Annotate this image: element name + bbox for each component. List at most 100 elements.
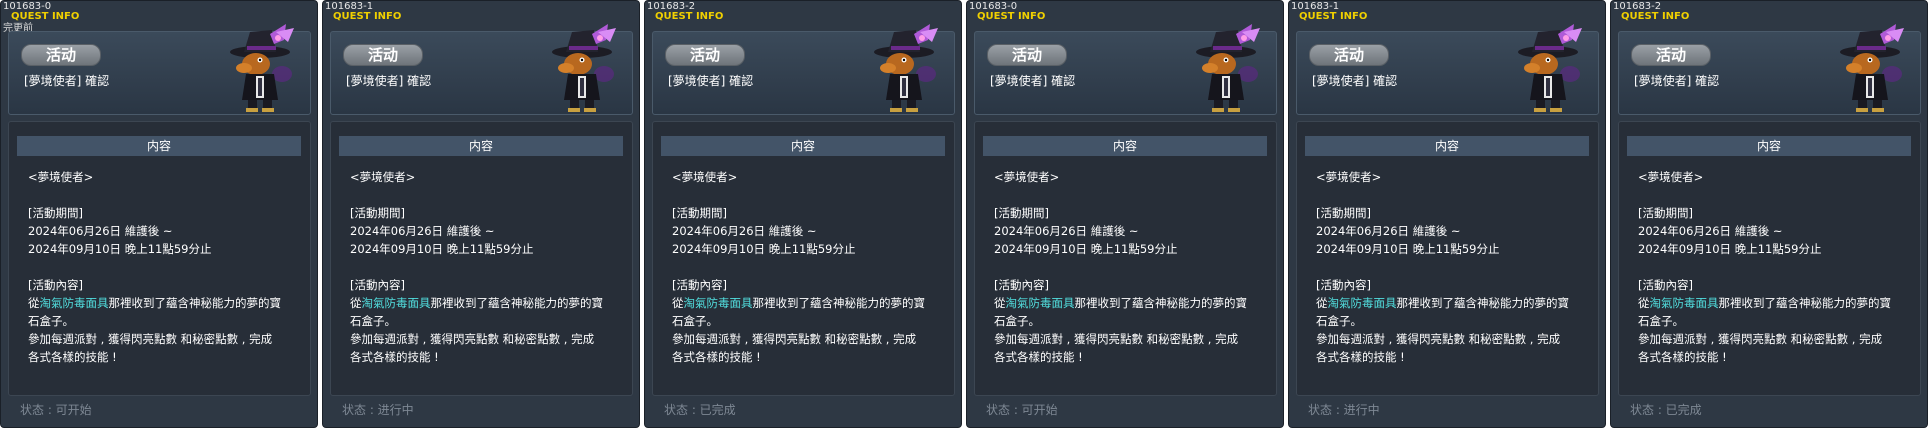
content-label: [活動內容]: [672, 278, 727, 292]
quest-content: 内容 <夢境使者> [活動期間] 2024年06月26日 維護後 ~ 2024年…: [1296, 121, 1599, 396]
content-title: 内容: [983, 136, 1267, 156]
period-label: [活動期間]: [350, 206, 405, 220]
content-line-2: 石盒子。: [672, 314, 718, 328]
period-label: [活動期間]: [1638, 206, 1693, 220]
dream-messenger-npc-icon: [874, 24, 938, 112]
quest-name: [夢境使者] 確認: [1634, 74, 1720, 88]
content-label: [活動內容]: [350, 278, 405, 292]
content-line-3: 參加每週派對 , 獲得閃亮點數 和秘密點數 , 完成: [1316, 332, 1561, 346]
highlight-item: 淘氣防毒面具: [39, 296, 109, 310]
content-body: <夢境使者> [活動期間] 2024年06月26日 維護後 ~ 2024年09月…: [1316, 168, 1596, 366]
content-body: <夢境使者> [活動期間] 2024年06月26日 維護後 ~ 2024年09月…: [672, 168, 952, 366]
quest-header: 活动 [夢境使者] 確認: [1618, 24, 1921, 115]
quest-panel: 101683-2 QUEST INFO 活动 [夢境使者] 確認 内容 <夢境使…: [644, 0, 962, 428]
status-button[interactable]: 活动: [343, 44, 423, 66]
quest-panel: 101683-1 QUEST INFO 活动 [夢境使者] 確認 内容 <夢境使…: [322, 0, 640, 428]
highlight-item: 淘氣防毒面具: [683, 296, 753, 310]
content-body: <夢境使者> [活動期間] 2024年06月26日 維護後 ~ 2024年09月…: [994, 168, 1274, 366]
dream-messenger-npc-icon: [552, 24, 616, 112]
period-start: 2024年06月26日 維護後 ~: [1316, 224, 1461, 238]
status-button[interactable]: 活动: [1631, 44, 1711, 66]
content-line-1: 從淘氣防毒面具那裡收到了蘊含神秘能力的夢的寶: [994, 296, 1247, 310]
npc-line: <夢境使者>: [994, 170, 1060, 184]
quest-content: 内容 <夢境使者> [活動期間] 2024年06月26日 維護後 ~ 2024年…: [330, 121, 633, 396]
quest-panel: 101683-1 QUEST INFO 活动 [夢境使者] 確認 内容 <夢境使…: [1288, 0, 1606, 428]
npc-line: <夢境使者>: [1638, 170, 1704, 184]
quest-info-label: QUEST INFO: [977, 11, 1046, 22]
content-line-1: 從淘氣防毒面具那裡收到了蘊含神秘能力的夢的寶: [1638, 296, 1891, 310]
quest-header: 活动 [夢境使者] 確認: [1296, 24, 1599, 115]
highlight-item: 淘氣防毒面具: [361, 296, 431, 310]
content-line-1: 從淘氣防毒面具那裡收到了蘊含神秘能力的夢的寶: [350, 296, 603, 310]
quest-info-label: QUEST INFO: [655, 11, 724, 22]
content-line-3: 參加每週派對 , 獲得閃亮點數 和秘密點數 , 完成: [28, 332, 273, 346]
period-end: 2024年09月10日 晚上11點59分止: [28, 242, 212, 256]
content-line-4: 各式各樣的技能 !: [994, 350, 1083, 364]
status-button[interactable]: 活动: [987, 44, 1067, 66]
period-label: [活動期間]: [28, 206, 83, 220]
content-title: 内容: [661, 136, 945, 156]
quest-panel: 101683-0 QUEST INFO 完更前 活动 [夢境使者] 確認 内容 …: [0, 0, 318, 428]
period-start: 2024年06月26日 維護後 ~: [1638, 224, 1783, 238]
content-line-1: 從淘氣防毒面具那裡收到了蘊含神秘能力的夢的寶: [28, 296, 281, 310]
content-line-4: 各式各樣的技能 !: [1316, 350, 1405, 364]
quest-header: 活动 [夢境使者] 確認: [652, 24, 955, 115]
content-line-2: 石盒子。: [1638, 314, 1684, 328]
quest-name: [夢境使者] 確認: [990, 74, 1076, 88]
dream-messenger-npc-icon: [1840, 24, 1904, 112]
status-footer: 状态 : 已完成: [664, 403, 736, 417]
quest-name: [夢境使者] 確認: [1312, 74, 1398, 88]
quest-header: 活动 [夢境使者] 確認: [974, 24, 1277, 115]
content-title: 内容: [1627, 136, 1911, 156]
content-line-2: 石盒子。: [1316, 314, 1362, 328]
highlight-item: 淘氣防毒面具: [1327, 296, 1397, 310]
status-button[interactable]: 活动: [21, 44, 101, 66]
period-start: 2024年06月26日 維護後 ~: [672, 224, 817, 238]
content-body: <夢境使者> [活動期間] 2024年06月26日 維護後 ~ 2024年09月…: [1638, 168, 1918, 366]
period-end: 2024年09月10日 晚上11點59分止: [994, 242, 1178, 256]
content-line-3: 參加每週派對 , 獲得閃亮點數 和秘密點數 , 完成: [1638, 332, 1883, 346]
npc-line: <夢境使者>: [28, 170, 94, 184]
npc-line: <夢境使者>: [1316, 170, 1382, 184]
status-footer: 状态 : 进行中: [1308, 403, 1380, 417]
quest-content: 内容 <夢境使者> [活動期間] 2024年06月26日 維護後 ~ 2024年…: [1618, 121, 1921, 396]
status-footer: 状态 : 可开始: [20, 403, 92, 417]
quest-panel: 101683-2 QUEST INFO 活动 [夢境使者] 確認 内容 <夢境使…: [1610, 0, 1928, 428]
content-label: [活動內容]: [28, 278, 83, 292]
content-line-2: 石盒子。: [28, 314, 74, 328]
period-end: 2024年09月10日 晚上11點59分止: [350, 242, 534, 256]
quest-content: 内容 <夢境使者> [活動期間] 2024年06月26日 維護後 ~ 2024年…: [652, 121, 955, 396]
content-line-3: 參加每週派對 , 獲得閃亮點數 和秘密點數 , 完成: [672, 332, 917, 346]
period-label: [活動期間]: [672, 206, 727, 220]
npc-line: <夢境使者>: [350, 170, 416, 184]
status-button[interactable]: 活动: [1309, 44, 1389, 66]
quest-info-label: QUEST INFO: [1621, 11, 1690, 22]
quest-info-label: QUEST INFO: [11, 11, 80, 22]
highlight-item: 淘氣防毒面具: [1005, 296, 1075, 310]
quest-name: [夢境使者] 確認: [24, 74, 110, 88]
content-title: 内容: [17, 136, 301, 156]
content-line-4: 各式各樣的技能 !: [672, 350, 761, 364]
period-end: 2024年09月10日 晚上11點59分止: [1638, 242, 1822, 256]
npc-line: <夢境使者>: [672, 170, 738, 184]
content-line-1: 從淘氣防毒面具那裡收到了蘊含神秘能力的夢的寶: [672, 296, 925, 310]
period-start: 2024年06月26日 維護後 ~: [994, 224, 1139, 238]
period-end: 2024年09月10日 晚上11點59分止: [672, 242, 856, 256]
status-footer: 状态 : 已完成: [1630, 403, 1702, 417]
status-footer: 状态 : 进行中: [342, 403, 414, 417]
content-body: <夢境使者> [活動期間] 2024年06月26日 維護後 ~ 2024年09月…: [28, 168, 308, 366]
status-footer: 状态 : 可开始: [986, 403, 1058, 417]
quest-header: 活动 [夢境使者] 確認: [8, 24, 311, 115]
period-start: 2024年06月26日 維護後 ~: [350, 224, 495, 238]
status-button[interactable]: 活动: [665, 44, 745, 66]
period-label: [活動期間]: [994, 206, 1049, 220]
content-line-2: 石盒子。: [994, 314, 1040, 328]
quest-header: 活动 [夢境使者] 確認: [330, 24, 633, 115]
quest-panel: 101683-0 QUEST INFO 活动 [夢境使者] 確認 内容 <夢境使…: [966, 0, 1284, 428]
quest-info-label: QUEST INFO: [1299, 11, 1368, 22]
quest-content: 内容 <夢境使者> [活動期間] 2024年06月26日 維護後 ~ 2024年…: [974, 121, 1277, 396]
period-end: 2024年09月10日 晚上11點59分止: [1316, 242, 1500, 256]
highlight-item: 淘氣防毒面具: [1649, 296, 1719, 310]
content-label: [活動內容]: [1316, 278, 1371, 292]
content-title: 内容: [339, 136, 623, 156]
